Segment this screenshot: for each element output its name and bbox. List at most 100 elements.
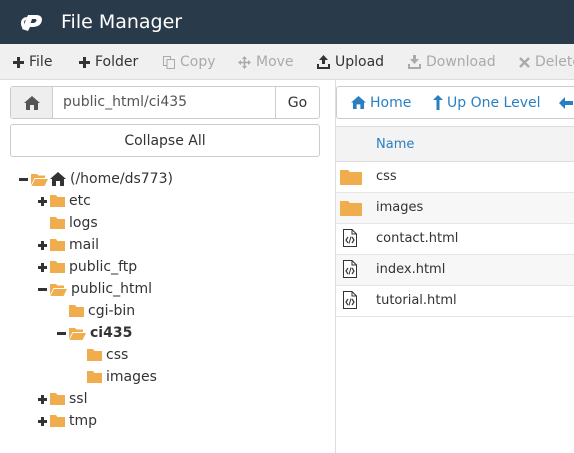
folder-open-icon	[69, 327, 86, 340]
up-one-level-button[interactable]: Up One Level	[433, 87, 541, 118]
plus-icon	[38, 240, 47, 250]
table-row[interactable]: contact.html	[336, 224, 574, 255]
folder-icon	[50, 239, 65, 251]
plus-icon	[13, 56, 24, 68]
path-home-button[interactable]	[11, 87, 53, 118]
upload-icon	[317, 55, 330, 69]
tree-item-images[interactable]: images	[87, 366, 157, 388]
table-header: Name	[336, 126, 574, 162]
download-button[interactable]: Download	[408, 52, 496, 72]
up-one-level-label: Up One Level	[447, 94, 541, 111]
minus-icon	[57, 331, 66, 335]
file-name: css	[376, 169, 397, 184]
cpanel-logo-icon[interactable]	[20, 11, 50, 33]
tree-item-public-ftp[interactable]: public_ftp	[38, 256, 137, 278]
tree-item-label: ssl	[69, 391, 88, 407]
folder-icon	[50, 415, 65, 427]
folder-icon	[50, 195, 65, 207]
tree-item-label: etc	[69, 193, 91, 209]
plus-icon	[38, 262, 47, 272]
move-button[interactable]: Move	[238, 52, 294, 72]
path-input[interactable]	[63, 87, 273, 118]
folder-icon	[340, 201, 362, 216]
home-label: Home	[370, 94, 412, 111]
back-button[interactable]	[559, 87, 574, 118]
tree-item-root[interactable]: (/home/ds773)	[19, 168, 173, 190]
file-table: Name css images contact.html index.html …	[336, 126, 574, 317]
app-title: File Manager	[61, 11, 183, 33]
upload-button[interactable]: Upload	[317, 52, 384, 72]
tree-item-label: ci435	[90, 325, 133, 341]
collapse-all-button[interactable]: Collapse All	[10, 124, 320, 157]
minus-icon	[38, 287, 47, 291]
minus-icon	[19, 177, 28, 181]
delete-button[interactable]: Delete	[519, 52, 574, 72]
tree-item-label: images	[106, 369, 157, 385]
folder-icon	[87, 371, 102, 383]
folder-icon	[87, 349, 102, 361]
table-row[interactable]: css	[336, 162, 574, 193]
tree-item-label: public_html	[71, 281, 153, 297]
table-row[interactable]: index.html	[336, 255, 574, 286]
tree-item-logs[interactable]: logs	[50, 212, 98, 234]
new-file-label: File	[29, 54, 53, 70]
html-file-icon	[343, 229, 357, 247]
tree-item-css[interactable]: css	[87, 344, 128, 366]
home-icon	[351, 96, 366, 109]
html-file-icon	[343, 260, 357, 278]
arrow-left-icon	[559, 96, 573, 109]
folder-open-icon	[31, 173, 48, 186]
app-header: File Manager	[0, 0, 574, 44]
home-icon	[50, 172, 66, 186]
tree-item-label: (/home/ds773)	[70, 171, 173, 187]
file-name: contact.html	[376, 231, 459, 246]
folder-icon	[69, 305, 84, 317]
tree-item-etc[interactable]: etc	[38, 190, 91, 212]
close-icon	[519, 56, 530, 68]
move-icon	[238, 55, 251, 69]
new-folder-button[interactable]: Folder	[79, 52, 138, 72]
name-column-header[interactable]: Name	[376, 137, 414, 152]
tree-item-label: cgi-bin	[88, 303, 136, 319]
folder-icon	[340, 170, 362, 185]
delete-label: Delete	[535, 54, 574, 70]
copy-button[interactable]: Copy	[163, 52, 216, 72]
go-button[interactable]: Go	[275, 87, 319, 118]
table-row[interactable]: tutorial.html	[336, 286, 574, 317]
copy-label: Copy	[180, 54, 216, 70]
copy-icon	[163, 55, 175, 69]
file-name: images	[376, 200, 424, 215]
toolbar: File Folder Copy Move Upload Download De…	[0, 44, 574, 80]
new-file-button[interactable]: File	[13, 52, 52, 72]
folder-open-icon	[50, 283, 67, 296]
tree-item-cgi-bin[interactable]: cgi-bin	[69, 300, 135, 322]
tree-item-label: mail	[69, 237, 99, 253]
file-nav-bar: Home Up One Level	[336, 86, 574, 119]
tree-item-label: public_ftp	[69, 259, 138, 275]
table-row[interactable]: images	[336, 193, 574, 224]
file-name: index.html	[376, 262, 446, 277]
tree-item-label: logs	[69, 215, 98, 231]
plus-icon	[38, 416, 47, 426]
file-name: tutorial.html	[376, 293, 457, 308]
new-folder-label: Folder	[95, 54, 139, 70]
path-bar: Go	[10, 86, 320, 119]
folder-icon	[50, 217, 65, 229]
home-icon	[23, 95, 40, 110]
plus-icon	[38, 196, 47, 206]
move-label: Move	[256, 54, 294, 70]
folder-icon	[50, 261, 65, 273]
upload-label: Upload	[335, 54, 385, 70]
tree-item-tmp[interactable]: tmp	[38, 410, 97, 432]
download-label: Download	[426, 54, 496, 70]
tree-item-mail[interactable]: mail	[38, 234, 99, 256]
plus-icon	[79, 56, 90, 68]
tree-item-label: tmp	[69, 413, 98, 429]
tree-item-ci435[interactable]: ci435	[57, 322, 132, 344]
tree-item-public-html[interactable]: public_html	[38, 278, 152, 300]
plus-icon	[38, 394, 47, 404]
tree-item-ssl[interactable]: ssl	[38, 388, 87, 410]
home-button[interactable]: Home	[351, 87, 411, 118]
html-file-icon	[343, 291, 357, 309]
level-up-icon	[433, 95, 443, 110]
